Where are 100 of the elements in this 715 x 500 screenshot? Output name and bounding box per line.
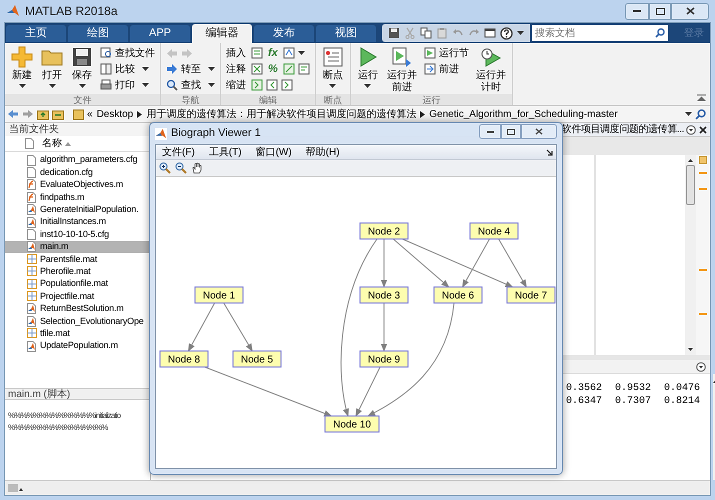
ribbon-button[interactable]: 注释 [226,62,248,76]
ribbon-button[interactable]: 打印 [100,78,149,92]
file-item[interactable]: Selection_EvolutionaryOpe [5,315,150,328]
file-item[interactable]: Populationfile.mat [5,278,150,290]
caret-icon[interactable] [78,84,86,88]
ribbon-button[interactable]: 运行节 [424,46,469,60]
breadcrumb-arrow-icon[interactable] [137,110,142,118]
file-item[interactable]: GenerateInitialPopulation. [5,204,150,216]
graph-node[interactable]: Node 4 [470,222,518,240]
menu-item[interactable]: 帮助(H) [306,144,340,160]
warning-marker[interactable] [699,313,707,315]
ribbon-tab[interactable]: 编辑器 [192,24,252,43]
warning-marker[interactable] [699,269,707,271]
menu-item[interactable]: 文件(F) [162,144,195,160]
caret-icon[interactable] [208,83,215,87]
caret-icon[interactable] [48,84,56,88]
status-bars-icon[interactable] [8,483,24,493]
file-item[interactable]: InitialInstances.m [5,216,150,228]
caret-icon[interactable] [142,83,149,87]
graph-node[interactable]: Node 7 [506,286,556,304]
caret-icon[interactable] [517,30,524,36]
hand-icon[interactable] [191,162,203,174]
ribbon-button[interactable]: 比较 [100,62,149,76]
close-button[interactable] [671,2,709,20]
ribbon-tab[interactable]: 绘图 [68,25,128,42]
graph-node[interactable]: Node 10 [324,416,380,432]
menu-item[interactable]: 窗口(W) [256,144,292,160]
window-switch-icon[interactable] [484,27,496,39]
breadcrumb-arrow-icon[interactable] [420,110,426,118]
help-icon[interactable] [500,26,513,40]
overflow-marker[interactable]: « [87,106,93,122]
search-field[interactable]: 搜索文档 [532,25,668,41]
close-icon[interactable] [698,124,708,134]
scroll-down-icon[interactable] [688,348,693,351]
scroll-thumb[interactable] [686,165,695,205]
graph-node[interactable]: Node 2 [360,222,408,240]
browse-folder-icon[interactable] [52,108,64,120]
file-item[interactable]: ReturnBestSolution.m [5,302,150,316]
graph-node[interactable]: Node 6 [434,286,482,304]
menu-item[interactable]: 工具(T) [208,144,242,160]
minimize-button[interactable] [479,124,501,139]
graph-node[interactable]: Node 9 [360,350,408,368]
back-arrow-icon[interactable] [7,109,19,119]
caret-icon[interactable] [208,67,215,71]
ribbon-button[interactable]: 缩进 [226,78,248,92]
warning-marker[interactable] [699,172,707,174]
file-item[interactable]: algorithm_parameters.cfg [5,154,150,166]
path-segment[interactable]: Genetic_Algorithm_for_Scheduling-master [429,106,618,122]
ribbon-button[interactable]: 打开 [37,43,67,94]
dropdown-caret-icon[interactable] [685,112,692,116]
file-item[interactable]: Projectfile.mat [5,290,150,303]
caret-icon[interactable] [142,67,149,71]
ribbon-symbol[interactable]: fx [266,44,280,62]
ribbon-tab[interactable]: 视图 [316,25,376,42]
panel-menu-icon[interactable] [696,362,706,372]
ribbon-tab[interactable]: 发布 [254,25,314,42]
maximize-button[interactable] [501,124,521,139]
minimize-button[interactable] [625,2,649,20]
ribbon-button[interactable]: 查找 [166,78,215,92]
graph-node[interactable]: Node 3 [360,286,408,304]
caret-icon[interactable] [298,51,305,55]
copy-icon[interactable] [420,27,432,39]
scroll-up-icon[interactable] [688,159,693,162]
ribbon-button[interactable]: 转至 [166,62,215,76]
maximize-button[interactable] [649,2,671,20]
ribbon-button[interactable]: 运行并前进 [382,43,421,94]
ribbon-button[interactable]: 查找文件 [100,46,155,60]
file-item[interactable]: main.m [5,240,150,254]
ribbon-button[interactable]: 插入 [226,46,248,60]
ribbon-tab[interactable]: APP [130,25,190,42]
ribbon-tab[interactable]: 主页 [6,25,66,42]
file-item[interactable]: UpdatePopulation.m [5,340,150,352]
file-item[interactable]: findpaths.m [5,191,150,204]
graph-node[interactable]: Node 8 [160,350,208,368]
file-item[interactable]: inst10-10-10-5.cfg [5,228,150,241]
ribbon-symbol[interactable]: % [266,60,280,78]
ribbon-button[interactable]: 保存 [67,43,97,94]
file-item[interactable]: dedication.cfg [5,166,150,179]
close-button[interactable] [521,124,557,139]
file-item[interactable]: Pherofile.mat [5,266,150,278]
scrollbar[interactable] [685,155,696,355]
dock-arrow-icon[interactable] [546,148,553,156]
ribbon-button[interactable]: 运行并计时 [472,43,510,94]
search-icon[interactable] [695,108,706,120]
ribbon-button[interactable]: 前进 [424,62,459,76]
caret-icon[interactable] [329,84,336,88]
file-item[interactable]: EvaluateObjectives.m [5,178,150,192]
graph-node[interactable]: Node 5 [232,350,282,368]
path-segment[interactable]: Desktop [96,106,134,122]
zoom-out-icon[interactable] [175,162,187,174]
warning-marker[interactable] [699,188,707,190]
panel-menu-icon[interactable] [686,124,696,134]
up-folder-icon[interactable] [37,108,49,120]
caret-icon[interactable] [364,84,372,88]
path-segment[interactable]: 用于调度的遗传算法：用于解决软件项目调度问题的遗传算法 [146,106,416,122]
save-icon[interactable] [388,27,400,39]
graph-node[interactable]: Node 1 [194,286,244,304]
zoom-in-icon[interactable] [159,162,171,174]
column-header[interactable]: 名称 [5,136,150,152]
file-item[interactable]: Parentsfile.mat [5,253,150,266]
